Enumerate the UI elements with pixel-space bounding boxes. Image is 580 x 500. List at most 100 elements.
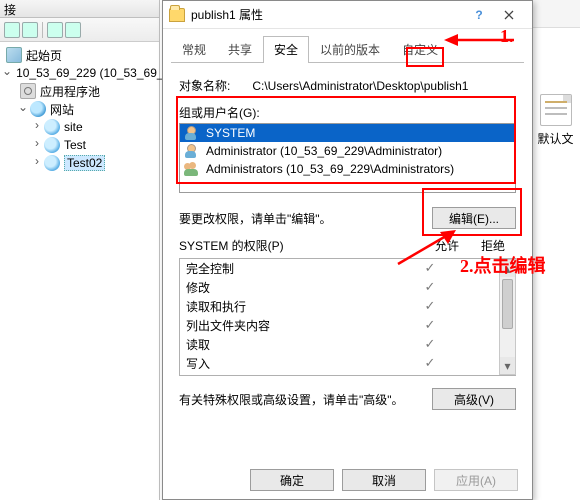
scroll-down-icon[interactable]: ▾ [500,357,515,374]
permission-row: 读取和执行 [180,297,499,316]
advanced-button[interactable]: 高级(V) [432,388,516,410]
permission-row: 写入 [180,354,499,373]
connections-tree-panel: 接 起始页 ⌄ 10_53_69_229 (10_53_69_22 应用程序池 … [0,0,160,500]
dialog-title: publish1 属性 [191,6,468,23]
tree-toolbar [0,18,159,42]
permission-row: 完全控制 [180,259,499,278]
scroll-thumb[interactable] [502,279,513,329]
folder-icon [169,8,185,22]
permission-name: 列出文件夹内容 [186,317,407,334]
toolbar-icon[interactable] [65,22,81,38]
permission-name: 读取和执行 [186,298,407,315]
security-tab-content: 对象名称: C:\Users\Administrator\Desktop\pub… [163,63,532,410]
permission-row: 列出文件夹内容 [180,316,499,335]
properties-dialog: publish1 属性 ? 常规 共享 安全 以前的版本 自定义 对象名称: C… [162,0,533,500]
list-item-label: Administrators (10_53_69_229\Administrat… [206,162,454,176]
right-panel-header [531,0,580,28]
ok-button[interactable]: 确定 [250,469,334,491]
cancel-button[interactable]: 取消 [342,469,426,491]
deny-column-header: 拒绝 [470,237,516,254]
node-label: Test02 [64,155,105,171]
permission-row: 读取 [180,335,499,354]
permission-name: 读取 [186,336,407,353]
tree-node-start[interactable]: 起始页 [2,46,157,64]
node-label: 网站 [50,101,74,118]
toolbar-icon[interactable] [22,22,38,38]
node-label: 应用程序池 [40,83,100,100]
site-icon [44,137,60,153]
list-item[interactable]: SYSTEM [180,124,515,142]
scrollbar[interactable]: ▴ ▾ [499,259,516,375]
twist-icon[interactable]: ⌄ [2,64,12,82]
scroll-track[interactable] [500,277,515,357]
permissions-header: SYSTEM 的权限(P) [179,237,424,254]
tab-security[interactable]: 安全 [263,36,309,63]
tab-previous-versions[interactable]: 以前的版本 [309,36,391,63]
allow-check-icon [407,279,453,295]
permissions-list: 完全控制修改读取和执行列出文件夹内容读取写入 ▴ ▾ [179,258,516,376]
group-user-label: 组或用户名(G): [179,104,516,121]
divider [42,22,43,38]
tree-node-site[interactable]: › site [2,118,157,136]
dialog-button-row: 确定 取消 应用(A) [163,469,532,491]
allow-column-header: 允许 [424,237,470,254]
site-icon [44,155,60,171]
node-label: site [64,120,83,134]
object-name-value: C:\Users\Administrator\Desktop\publish1 [252,79,468,93]
advanced-hint: 有关特殊权限或高级设置，请单击"高级"。 [179,391,432,408]
scroll-up-icon[interactable]: ▴ [500,260,515,277]
list-item[interactable]: Administrators (10_53_69_229\Administrat… [180,160,515,178]
toolbar-icon[interactable] [47,22,63,38]
tab-general[interactable]: 常规 [171,36,217,63]
app-pools-icon [20,83,36,99]
feature-label: 默认文 [535,130,576,147]
edit-button[interactable]: 编辑(E)... [432,207,516,229]
permission-name: 写入 [186,355,407,372]
close-icon[interactable] [492,4,526,26]
sites-icon [30,101,46,117]
allow-check-icon [407,298,453,314]
tree-node-server[interactable]: ⌄ 10_53_69_229 (10_53_69_22 [2,64,157,82]
twist-icon[interactable]: › [30,154,44,172]
tab-strip: 常规 共享 安全 以前的版本 自定义 [171,35,524,63]
twist-icon[interactable]: ⌄ [16,100,30,118]
twist-icon[interactable]: › [30,136,44,154]
permission-name: 完全控制 [186,260,407,277]
feature-default-document[interactable]: 默认文 [535,94,576,147]
edit-hint: 要更改权限，请单击"编辑"。 [179,210,432,227]
tree-header: 接 [0,0,159,18]
permission-name: 修改 [186,279,407,296]
tab-sharing[interactable]: 共享 [217,36,263,63]
tree-node-site-selected[interactable]: › Test02 [2,154,157,172]
object-name-label: 对象名称: [179,77,249,94]
list-item-label: Administrator (10_53_69_229\Administrato… [206,144,442,158]
site-icon [44,119,60,135]
user-icon [184,143,200,159]
allow-check-icon [407,336,453,352]
tree-node-site[interactable]: › Test [2,136,157,154]
twist-icon[interactable]: › [30,118,44,136]
permission-row: 修改 [180,278,499,297]
user-icon [184,125,200,141]
right-feature-panel: 默认文 [530,0,580,500]
document-icon [540,94,572,126]
apply-button[interactable]: 应用(A) [434,469,518,491]
list-item[interactable]: Administrator (10_53_69_229\Administrato… [180,142,515,160]
help-icon[interactable]: ? [468,8,490,22]
tree-node-sites[interactable]: ⌄ 网站 [2,100,157,118]
node-label: Test [64,138,86,152]
start-page-icon [6,47,22,63]
users-group-icon [184,161,200,177]
allow-check-icon [407,260,453,276]
group-user-listbox[interactable]: SYSTEM Administrator (10_53_69_229\Admin… [179,123,516,193]
node-label: 起始页 [26,47,62,64]
tree-body: 起始页 ⌄ 10_53_69_229 (10_53_69_22 应用程序池 ⌄ … [0,42,159,176]
tree-node-app-pools[interactable]: 应用程序池 [2,82,157,100]
tab-customize[interactable]: 自定义 [391,36,449,63]
list-item-label: SYSTEM [206,126,255,140]
node-label: 10_53_69_229 (10_53_69_22 [16,66,177,80]
allow-check-icon [407,355,453,371]
toolbar-icon[interactable] [4,22,20,38]
allow-check-icon [407,317,453,333]
titlebar[interactable]: publish1 属性 ? [163,1,532,29]
